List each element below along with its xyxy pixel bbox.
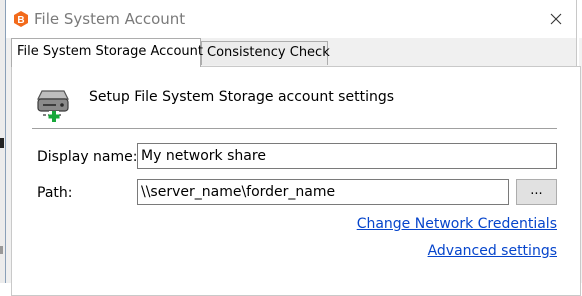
tab-consistency-check[interactable]: Consistency Check (201, 41, 330, 65)
change-network-credentials-link[interactable]: Change Network Credentials (357, 215, 557, 233)
window-title: File System Account (34, 10, 186, 28)
background-window-glyph (0, 246, 3, 254)
tab-bar: File System Storage Account Consistency … (6, 38, 576, 67)
display-name-input[interactable]: My network share (137, 143, 557, 169)
path-input[interactable]: \\server_name\forder_name (137, 179, 509, 205)
display-name-label: Display name: (37, 149, 138, 165)
app-logo-b-icon: B (14, 11, 28, 27)
header-divider (32, 128, 557, 129)
network-drive-add-icon (37, 90, 69, 122)
advanced-settings-link[interactable]: Advanced settings (428, 242, 557, 260)
title-bar[interactable]: B File System Account (6, 0, 576, 38)
close-icon (550, 13, 562, 25)
tab-file-system-storage-account[interactable]: File System Storage Account (11, 38, 203, 67)
tab-panel: Setup File System Storage account settin… (11, 66, 581, 296)
close-button[interactable] (536, 0, 576, 38)
browse-button[interactable]: ... (516, 179, 557, 205)
file-system-account-dialog: B File System Account File System Storag… (5, 0, 581, 296)
path-label: Path: (37, 185, 73, 201)
panel-heading: Setup File System Storage account settin… (89, 89, 395, 105)
background-window-glyph (0, 138, 4, 148)
svg-text:B: B (17, 15, 24, 26)
